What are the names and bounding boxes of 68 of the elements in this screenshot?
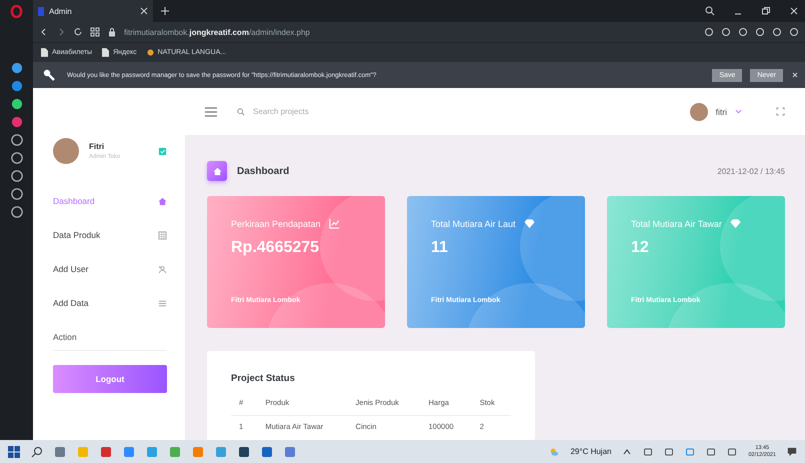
browser-logo-icon[interactable] [10,5,23,18]
tray-icon[interactable] [685,446,696,456]
key-icon [43,69,55,81]
profile-name: Fitri [89,142,106,151]
tray-icon[interactable] [706,446,716,456]
table-icon [158,230,167,240]
sidebar-app-icon[interactable] [10,116,22,128]
tray-icon[interactable] [643,446,654,456]
weather-text: 29°C Hujan [570,447,612,456]
card-title: Perkiraan Pendapatan [231,218,321,228]
check-badge-icon [158,146,167,156]
card-title: Total Mutiara Air Laut [431,218,516,228]
page-icon [41,48,48,57]
avatar[interactable] [690,102,708,120]
tray-icon[interactable] [664,446,674,456]
avatar [53,138,79,164]
sidebar-app-icon[interactable] [10,170,22,182]
close-icon[interactable] [789,6,799,16]
nav-item[interactable]: Add User [53,252,167,286]
sidebar-app-icon[interactable] [10,80,22,92]
fullscreen-icon[interactable] [776,107,785,116]
card-value: 12 [631,239,650,257]
notification-icon[interactable] [787,446,797,456]
weather-icon [549,446,560,456]
list-icon [158,298,167,308]
reload-icon[interactable] [73,27,83,37]
page-title: Dashboard [237,166,290,176]
windows-icon[interactable] [8,446,20,458]
home-icon [158,196,167,206]
nav-item[interactable]: Add Data [53,286,167,320]
new-tab-icon[interactable] [161,7,169,15]
user-menu[interactable]: fitri [716,106,727,116]
card-value: Rp.4665275 [231,239,320,257]
search-icon[interactable] [31,446,43,458]
diamond-icon [730,218,741,229]
section-label: Action [53,332,78,344]
user-add-icon [158,264,167,274]
grid-icon[interactable] [90,27,100,37]
search-icon[interactable] [705,6,715,16]
browser-tab[interactable]: Admin [33,0,153,22]
card-title: Total Mutiara Air Tawar [631,218,722,228]
taskbar-app-icon[interactable] [238,446,250,458]
close-icon[interactable] [791,71,799,79]
sidebar-app-icon[interactable] [10,188,22,200]
home-icon [207,161,227,181]
address-field[interactable]: fitrimutiaralombok.jongkreatif.com/admin/index.php [124,28,310,36]
nav-item[interactable]: Data Produk [53,218,167,252]
search-icon [237,108,245,116]
line-chart-icon [328,218,340,229]
sidebar-app-icon[interactable] [10,206,22,218]
date-time: 2021-12-02 / 13:45 [717,166,785,176]
taskbar-app-icon[interactable] [261,446,273,458]
chevron-up-icon[interactable] [622,446,632,456]
sidebar-app-icon[interactable] [10,98,22,110]
page-icon [102,48,110,57]
taskbar-app-icon[interactable] [100,446,112,458]
table-title: Project Status [231,373,296,384]
diamond-icon [524,218,535,229]
tray-icon[interactable] [727,446,738,456]
menu-icon[interactable] [205,106,217,116]
sidebar-app-icon[interactable] [10,134,22,146]
close-icon[interactable] [140,7,148,15]
lock-icon [107,27,117,37]
card-value: 11 [431,239,449,257]
sidebar-app-icon[interactable] [10,152,22,164]
caret-icon[interactable] [735,109,742,114]
restore-icon[interactable] [761,6,771,16]
sidebar-app-icon[interactable] [10,62,22,74]
